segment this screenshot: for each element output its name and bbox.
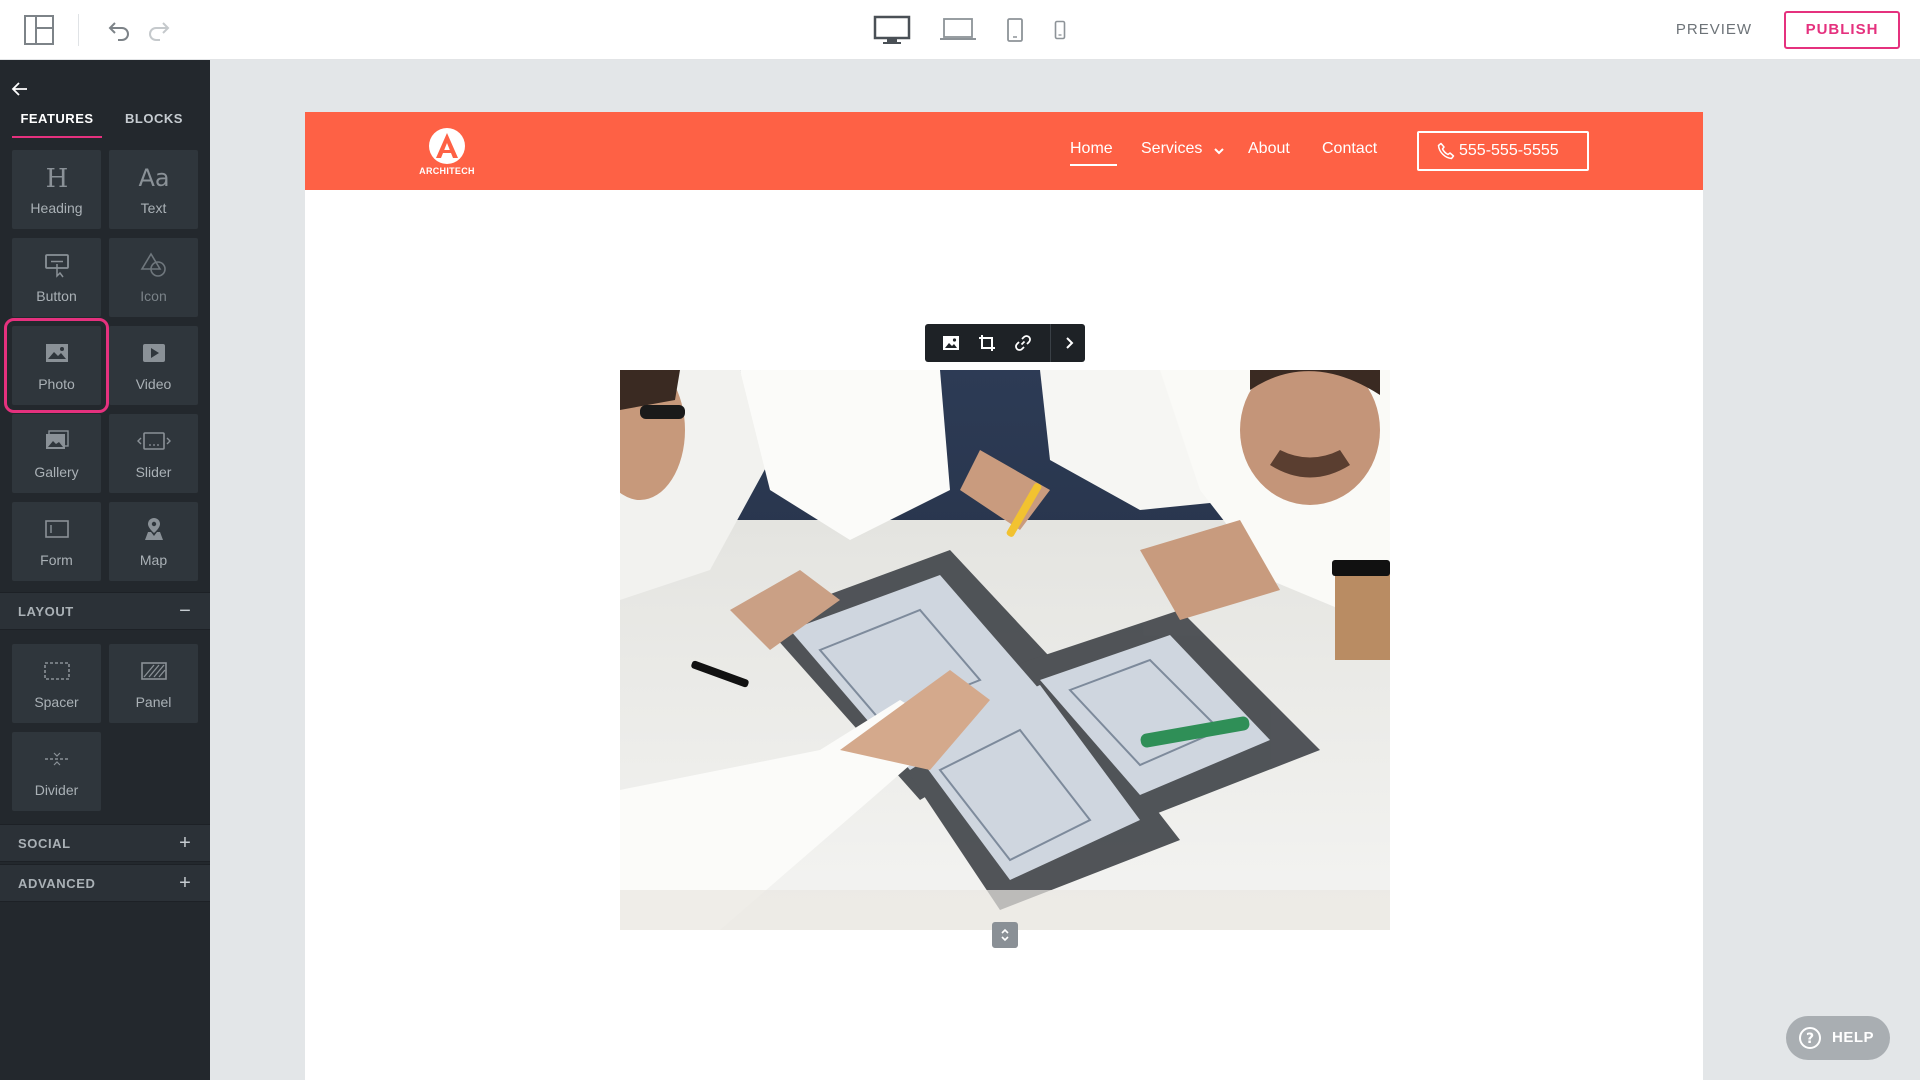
nav-link-home[interactable]: Home: [1070, 140, 1113, 158]
site-header[interactable]: ARCHITECH Home Services About Contact 55…: [305, 112, 1703, 190]
feature-label: Form: [40, 552, 73, 568]
feature-label: Heading: [30, 200, 83, 216]
feature-tile-map[interactable]: Map: [109, 502, 198, 581]
panel-icon: [109, 656, 198, 686]
phone-button[interactable]: 555-555-5555: [1417, 131, 1589, 171]
top-toolbar: PREVIEW PUBLISH: [0, 0, 1920, 60]
map-icon: [109, 514, 198, 544]
feature-tile-gallery[interactable]: Gallery: [12, 414, 101, 493]
layout-label: Spacer: [34, 694, 79, 710]
laptop-view-icon[interactable]: [938, 12, 978, 48]
image-icon[interactable]: [933, 324, 969, 362]
chevron-right-icon[interactable]: [1051, 324, 1087, 362]
publish-button[interactable]: PUBLISH: [1784, 11, 1900, 49]
layout-label: Divider: [34, 782, 79, 798]
expand-icon[interactable]: +: [174, 871, 196, 895]
feature-label: Video: [135, 376, 172, 392]
section-advanced-header[interactable]: ADVANCED +: [0, 864, 210, 902]
feature-tile-heading[interactable]: H Heading: [12, 150, 101, 229]
active-nav-underline: [1070, 164, 1117, 166]
divider-icon: [12, 744, 101, 774]
photo-illustration: [620, 370, 1390, 930]
svg-text:Aa: Aa: [138, 164, 169, 191]
feature-tile-button[interactable]: Button: [12, 238, 101, 317]
layout-label: Panel: [135, 694, 172, 710]
hero-photo[interactable]: [620, 370, 1390, 930]
toolbar-divider: [78, 14, 79, 46]
form-icon: [12, 514, 101, 544]
heading-icon: H: [12, 162, 101, 192]
tab-blocks[interactable]: BLOCKS: [116, 108, 192, 138]
button-icon: [12, 250, 101, 280]
feature-label: Button: [36, 288, 77, 304]
feature-tile-slider[interactable]: Slider: [109, 414, 198, 493]
svg-text:H: H: [45, 164, 68, 191]
feature-label: Photo: [38, 376, 75, 392]
crop-icon[interactable]: [969, 324, 1005, 362]
nav-link-contact[interactable]: Contact: [1322, 140, 1377, 158]
feature-tile-icon[interactable]: Icon: [109, 238, 198, 317]
text-icon: Aa: [109, 162, 198, 192]
feature-label: Slider: [135, 464, 172, 480]
section-layout-header[interactable]: LAYOUT −: [0, 592, 210, 630]
tablet-view-icon[interactable]: [1002, 12, 1028, 48]
feature-tile-form[interactable]: Form: [12, 502, 101, 581]
shapes-icon: [109, 250, 198, 280]
features-sidebar: FEATURES BLOCKS H Heading Aa Text Button…: [0, 60, 210, 1080]
layout-tile-panel[interactable]: Panel: [109, 644, 198, 723]
tab-features[interactable]: FEATURES: [12, 108, 102, 138]
feature-tile-text[interactable]: Aa Text: [109, 150, 198, 229]
redo-icon[interactable]: [146, 17, 172, 43]
link-icon[interactable]: [1005, 324, 1041, 362]
phone-view-icon[interactable]: [1050, 12, 1070, 48]
image-toolbar: [925, 324, 1085, 362]
question-circle-icon: ?: [1798, 1026, 1822, 1050]
feature-label: Icon: [140, 288, 167, 304]
collapse-icon[interactable]: −: [174, 599, 196, 623]
gallery-icon: [12, 426, 101, 456]
back-arrow-icon[interactable]: [11, 80, 29, 98]
desktop-view-icon[interactable]: [872, 12, 912, 48]
layout-tile-divider[interactable]: Divider: [12, 732, 101, 811]
section-label: ADVANCED: [18, 876, 96, 891]
feature-label: Map: [139, 552, 168, 568]
phone-icon: [1437, 142, 1455, 160]
section-label: SOCIAL: [18, 836, 71, 851]
video-icon: [109, 338, 198, 368]
feature-label: Gallery: [34, 464, 79, 480]
svg-text:?: ?: [1806, 1031, 1814, 1047]
photo-icon: [12, 338, 101, 368]
phone-number: 555-555-5555: [1459, 142, 1559, 159]
logo-text: ARCHITECH: [419, 166, 475, 176]
layout-tile-spacer[interactable]: Spacer: [12, 644, 101, 723]
feature-label: Text: [140, 200, 167, 216]
section-label: LAYOUT: [18, 604, 74, 619]
feature-tile-video[interactable]: Video: [109, 326, 198, 405]
help-label: HELP: [1832, 1029, 1875, 1046]
preview-button[interactable]: PREVIEW: [1664, 18, 1764, 42]
nav-link-about[interactable]: About: [1248, 140, 1290, 158]
chevron-down-icon[interactable]: [1213, 144, 1225, 156]
slider-icon: [109, 426, 198, 456]
feature-tile-photo[interactable]: Photo: [4, 318, 109, 413]
section-social-header[interactable]: SOCIAL +: [0, 824, 210, 862]
nav-link-services[interactable]: Services: [1141, 140, 1202, 158]
layout-panels-icon[interactable]: [22, 13, 56, 47]
resize-handle[interactable]: [992, 922, 1018, 948]
page-canvas[interactable]: ARCHITECH Home Services About Contact 55…: [305, 112, 1703, 1080]
spacer-icon: [12, 656, 101, 686]
help-button[interactable]: ? HELP: [1786, 1016, 1890, 1060]
undo-icon[interactable]: [106, 17, 132, 43]
expand-icon[interactable]: +: [174, 831, 196, 855]
